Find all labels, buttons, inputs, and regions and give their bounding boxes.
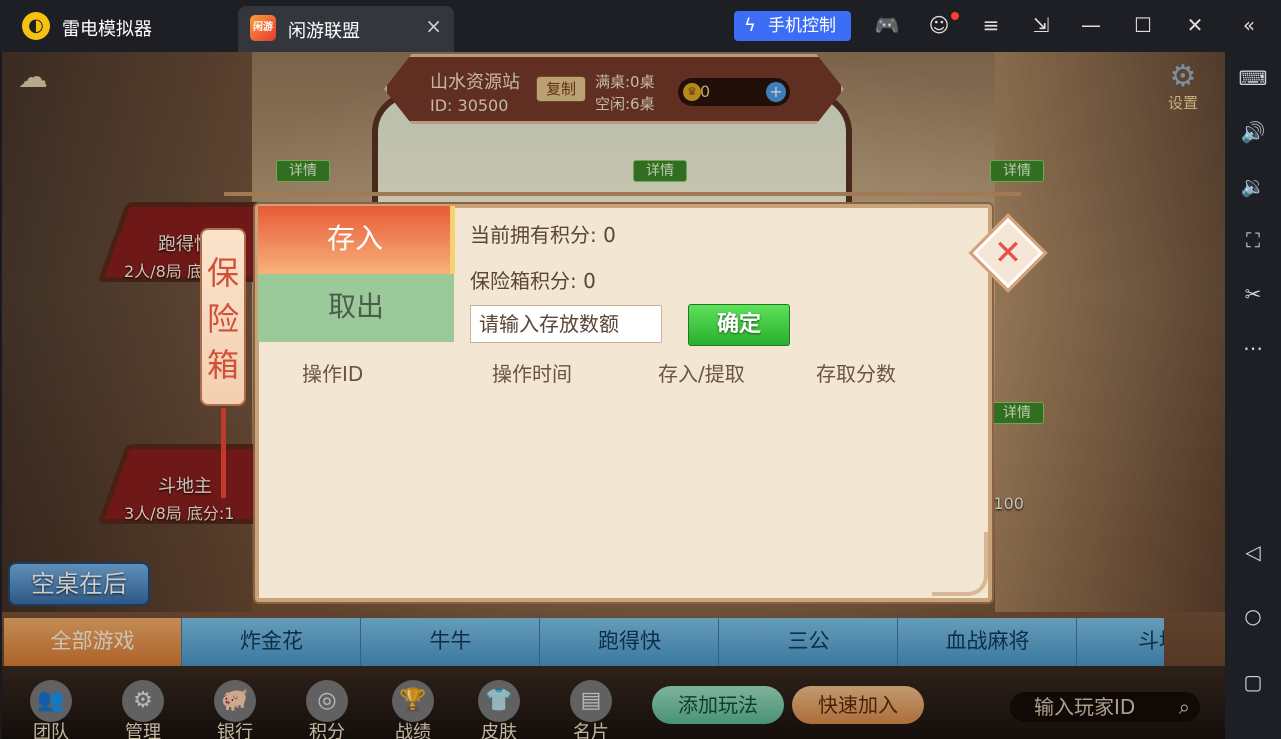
app-tab-label: 闲游联盟 <box>288 21 360 42</box>
tab-close-icon[interactable]: × <box>425 14 442 38</box>
current-points-label: 当前拥有积分: 0 <box>470 223 616 247</box>
maximize-icon[interactable]: ☐ <box>1130 13 1156 37</box>
back-icon[interactable]: ◁ <box>1237 536 1269 568</box>
volume-down-icon[interactable]: 🔉 <box>1237 170 1269 202</box>
column-deposit-withdraw: 存入/提取 <box>658 362 745 386</box>
app-title: 雷电模拟器 <box>62 19 152 40</box>
gamepad-icon[interactable]: 🎮 <box>874 13 900 37</box>
safe-points-label: 保险箱积分: 0 <box>470 269 596 293</box>
more-icon[interactable]: ⋯ <box>1237 332 1269 364</box>
tab-active-edge <box>450 206 455 274</box>
screenshot-icon[interactable]: ✂ <box>1237 278 1269 310</box>
collapse-sidebar-icon[interactable]: « <box>1236 13 1262 37</box>
volume-up-icon[interactable]: 🔊 <box>1237 116 1269 148</box>
phone-control-label: 手机控制 <box>768 16 836 36</box>
safe-box-seal: 保险箱 <box>200 228 246 406</box>
emulator-sidebar: ⌨ 🔊 🔉 ⛶ ✂ ⋯ ◁ ○ ▢ <box>1225 52 1281 739</box>
tab-deposit[interactable]: 存入 <box>258 206 452 274</box>
close-window-icon[interactable]: ✕ <box>1182 13 1208 37</box>
minimize-icon[interactable]: — <box>1078 13 1104 37</box>
shrink-window-icon[interactable]: ⇲ <box>1028 13 1054 37</box>
title-bar: ◐ 雷电模拟器 闲游 闲游联盟 × ϟ 手机控制 🎮 ☺ ≡ ⇲ — ☐ ✕ « <box>0 0 1281 52</box>
tab-withdraw[interactable]: 取出 <box>258 274 454 342</box>
app-tab[interactable]: 闲游 闲游联盟 × <box>238 6 454 52</box>
column-operation-id: 操作ID <box>302 362 364 386</box>
close-icon[interactable]: ✕ <box>993 236 1023 270</box>
fullscreen-icon[interactable]: ⛶ <box>1237 224 1269 256</box>
ldplayer-logo-icon: ◐ <box>22 12 50 40</box>
menu-icon[interactable]: ≡ <box>978 13 1004 37</box>
lightning-icon: ϟ <box>744 15 756 36</box>
safe-box-title: 保险箱 <box>206 254 239 384</box>
column-amount: 存取分数 <box>816 362 896 386</box>
home-icon[interactable]: ○ <box>1237 600 1269 632</box>
seal-tassel <box>221 408 226 498</box>
recent-icon[interactable]: ▢ <box>1237 666 1269 698</box>
deposit-amount-input[interactable] <box>470 305 662 343</box>
notification-dot <box>951 12 959 20</box>
confirm-button[interactable]: 确定 <box>688 304 790 346</box>
column-operation-time: 操作时间 <box>492 362 572 386</box>
account-icon[interactable]: ☺ <box>926 13 952 37</box>
keyboard-icon[interactable]: ⌨ <box>1237 62 1269 94</box>
game-screen: ☁ 山水资源站 ID: 30500 复制 满桌:0桌 空闲:6桌 ♛ 0 + ⚙… <box>2 52 1225 739</box>
dialog-rope <box>224 192 1021 196</box>
dialog-corner-ornament <box>932 532 988 596</box>
phone-control-button[interactable]: ϟ 手机控制 <box>734 11 851 41</box>
app-tab-icon: 闲游 <box>250 15 276 41</box>
